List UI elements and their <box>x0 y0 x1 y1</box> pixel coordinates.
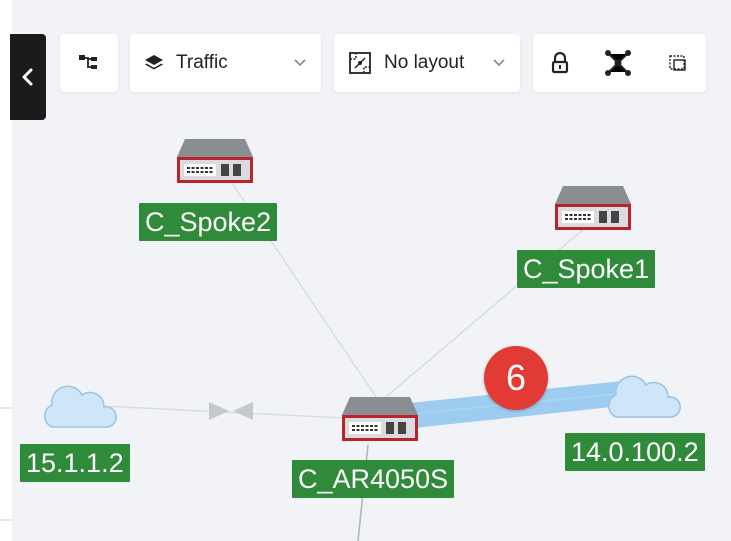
view-mode-dropdown[interactable]: Traffic <box>130 34 321 92</box>
link-joint-icon <box>209 402 253 420</box>
cloud-icon[interactable] <box>602 375 684 421</box>
chevron-down-icon <box>493 59 505 67</box>
router-icon[interactable] <box>340 395 420 443</box>
node-label-cloud-left[interactable]: 15.1.1.2 <box>20 444 130 482</box>
canvas-tools-group <box>533 34 706 92</box>
collapse-panel-button[interactable] <box>10 34 46 120</box>
tree-view-button[interactable] <box>60 34 118 92</box>
node-label-hub[interactable]: C_AR4050S <box>292 460 455 498</box>
layout-mode-dropdown[interactable]: No layout <box>334 34 520 92</box>
view-mode-label: Traffic <box>176 52 228 73</box>
node-label-spoke1[interactable]: C_Spoke1 <box>517 250 656 288</box>
chevron-down-icon <box>294 59 306 67</box>
layout-mode-label: No layout <box>384 52 465 73</box>
lock-icon <box>551 52 568 74</box>
chevron-left-icon <box>22 68 33 86</box>
layout-grid-icon <box>349 52 371 74</box>
layers-icon <box>145 55 163 70</box>
topology-icon <box>605 50 632 76</box>
link-traffic-badge[interactable]: 6 <box>484 346 548 410</box>
select-area-button[interactable] <box>668 53 688 73</box>
router-icon[interactable] <box>553 184 633 232</box>
cloud-icon[interactable] <box>38 385 120 431</box>
topology-view: Traffic No layout C_Spoke2 C_Spoke1 C_AR… <box>0 0 731 541</box>
topology-button[interactable] <box>604 49 632 77</box>
node-label-cloud-right[interactable]: 14.0.100.2 <box>565 433 705 471</box>
lock-button[interactable] <box>551 52 569 74</box>
tree-structure-icon <box>79 55 97 69</box>
node-label-spoke2[interactable]: C_Spoke2 <box>139 203 278 241</box>
select-area-icon <box>669 55 686 71</box>
router-icon[interactable] <box>175 137 255 185</box>
